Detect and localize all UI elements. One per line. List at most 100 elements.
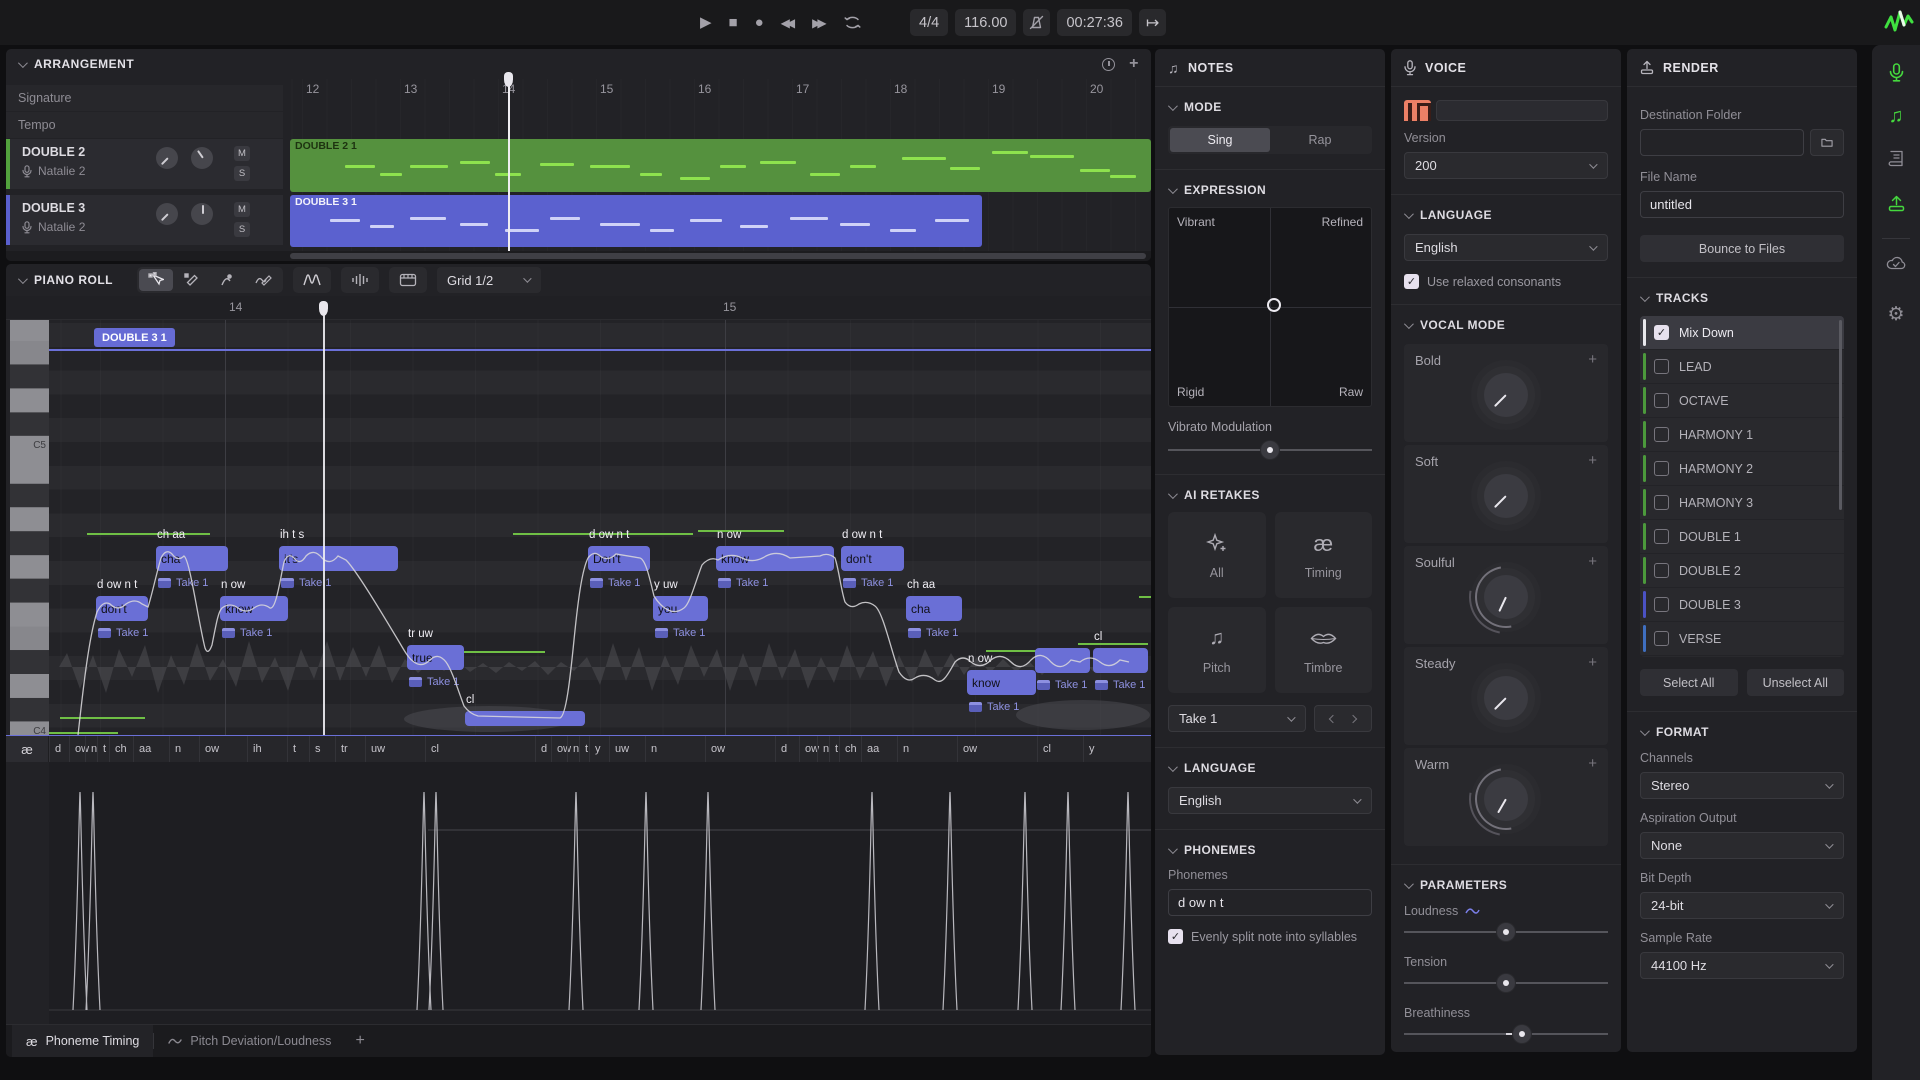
piano-note[interactable]: know <box>716 546 834 571</box>
take-chip[interactable]: Take 1 <box>158 577 208 589</box>
track-checkbox[interactable] <box>1654 563 1669 578</box>
render-track-row[interactable]: DOUBLE 1 <box>1640 520 1844 554</box>
record-button[interactable]: ● <box>755 15 764 30</box>
piano-note[interactable]: know <box>967 670 1036 695</box>
phoneme-cell[interactable]: d <box>535 736 551 762</box>
sidebar-cloud-button[interactable] <box>1872 255 1920 270</box>
phoneme-cell[interactable]: n <box>169 736 199 762</box>
take-chip[interactable]: Take 1 <box>908 627 958 639</box>
phoneme-cell[interactable]: ow <box>705 736 775 762</box>
version-dropdown[interactable]: 200 <box>1404 152 1608 179</box>
expression-handle[interactable] <box>1267 298 1281 312</box>
phoneme-cell[interactable]: tr <box>335 736 365 762</box>
sidebar-dictionary-button[interactable] <box>1872 150 1920 167</box>
piano-note[interactable]: don't <box>841 546 904 571</box>
piano-note[interactable] <box>1035 648 1090 673</box>
fast-forward-button[interactable]: ▶▶ <box>812 17 826 29</box>
phoneme-cell[interactable]: ow <box>69 736 85 762</box>
track-checkbox[interactable] <box>1654 631 1669 646</box>
track-checkbox[interactable] <box>1654 495 1669 510</box>
piano-roll-ruler[interactable]: 1415 <box>6 296 1151 320</box>
phoneme-cell[interactable]: ow <box>199 736 247 762</box>
phoneme-cell[interactable]: d <box>775 736 799 762</box>
tension-slider[interactable] <box>1404 974 1608 992</box>
take-chip[interactable]: Take 1 <box>655 627 705 639</box>
track-checkbox[interactable] <box>1654 393 1669 408</box>
piano-note[interactable]: it's <box>279 546 398 571</box>
add-warm-automation-button[interactable]: + <box>1588 755 1597 772</box>
bold-knob[interactable] <box>1484 373 1528 417</box>
add-steady-automation-button[interactable]: + <box>1588 654 1597 671</box>
sidebar-notes-button[interactable]: ♫ <box>1872 105 1920 128</box>
vibrato-modulation-slider[interactable] <box>1168 441 1372 459</box>
collapse-tracks-icon[interactable] <box>1640 292 1650 302</box>
tab-phoneme-timing[interactable]: æ Phoneme Timing <box>12 1025 153 1058</box>
phoneme-cell[interactable]: ow <box>957 736 1037 762</box>
time-display[interactable]: 00:27:36 <box>1057 9 1131 36</box>
phoneme-cell[interactable]: cl <box>425 736 535 762</box>
render-track-row[interactable]: DOUBLE 2 <box>1640 554 1844 588</box>
track-checkbox[interactable] <box>1654 359 1669 374</box>
phoneme-cell[interactable]: t <box>579 736 589 762</box>
warm-knob[interactable] <box>1484 777 1528 821</box>
tempo-map-icon[interactable] <box>1102 58 1115 71</box>
add-soulful-automation-button[interactable]: + <box>1588 553 1597 570</box>
phoneme-cell[interactable]: d <box>49 736 69 762</box>
rewind-button[interactable]: ◀◀ <box>781 17 795 29</box>
destination-folder-input[interactable] <box>1640 129 1804 156</box>
retake-timbre-button[interactable]: Timbre <box>1275 607 1373 693</box>
phoneme-cell[interactable]: ch <box>839 736 861 762</box>
metronome-toggle[interactable] <box>1023 9 1050 36</box>
unselect-all-button[interactable]: Unselect All <box>1747 669 1845 696</box>
phoneme-cell[interactable]: ih <box>247 736 287 762</box>
bounce-to-files-button[interactable]: Bounce to Files <box>1640 235 1844 262</box>
piano-keyboard[interactable]: C5 C4 <box>10 320 49 735</box>
piano-note[interactable] <box>1093 648 1148 673</box>
track-header-double2[interactable]: DOUBLE 2 Natalie 2 M S <box>6 139 283 189</box>
phoneme-cell[interactable]: aa <box>133 736 169 762</box>
phoneme-cell[interactable]: t <box>829 736 839 762</box>
playhead-marker[interactable] <box>319 301 328 316</box>
phoneme-cell[interactable]: n <box>645 736 705 762</box>
render-track-row[interactable]: HARMONY 2 <box>1640 452 1844 486</box>
arrangement-timeline[interactable]: 121314151617181920 DOUBLE 2 1 DOUBLE 3 1 <box>283 79 1151 251</box>
render-track-row[interactable]: VERSE <box>1640 622 1844 656</box>
collapse-vocal-mode-icon[interactable] <box>1404 319 1414 329</box>
take-chip[interactable]: Take 1 <box>718 577 768 589</box>
add-editor-tab-button[interactable]: + <box>355 1032 364 1050</box>
mode-sing-button[interactable]: Sing <box>1170 128 1270 152</box>
file-name-input[interactable] <box>1640 191 1844 218</box>
clip-double3-1[interactable]: DOUBLE 3 1 <box>290 195 982 247</box>
phoneme-cell[interactable]: n <box>567 736 579 762</box>
add-soft-automation-button[interactable]: + <box>1588 452 1597 469</box>
voice-name-field[interactable] <box>1436 100 1608 121</box>
render-track-row[interactable]: LEAD <box>1640 350 1844 384</box>
render-track-row[interactable]: HARMONY 3 <box>1640 486 1844 520</box>
render-track-row[interactable]: HARMONY 1 <box>1640 418 1844 452</box>
pan-knob[interactable] <box>191 203 213 225</box>
soulful-knob[interactable] <box>1484 575 1528 619</box>
bit-depth-dropdown[interactable]: 24-bit <box>1640 892 1844 919</box>
piano-note[interactable]: true <box>407 645 464 670</box>
take-chip[interactable]: Take 1 <box>98 627 148 639</box>
tab-pitch-deviation[interactable]: Pitch Deviation/Loudness <box>154 1025 345 1058</box>
sidebar-voice-button[interactable] <box>1872 63 1920 83</box>
note-language-dropdown[interactable]: English <box>1168 787 1372 814</box>
volume-knob[interactable] <box>156 203 178 225</box>
phoneme-cell[interactable]: t <box>97 736 109 762</box>
sidebar-render-button[interactable] <box>1872 195 1920 212</box>
prev-take-button[interactable] <box>1328 714 1336 722</box>
piano-note[interactable]: don't <box>96 596 148 621</box>
mute-button[interactable]: M <box>234 146 250 161</box>
select-tool[interactable] <box>139 269 173 291</box>
phoneme-timing-editor[interactable] <box>49 762 1151 1024</box>
collapse-parameters-icon[interactable] <box>1404 879 1414 889</box>
track-checkbox[interactable] <box>1654 529 1669 544</box>
piano-note[interactable]: cha <box>156 546 228 571</box>
retake-timing-button[interactable]: æTiming <box>1275 512 1373 598</box>
collapse-voice-language-icon[interactable] <box>1404 209 1414 219</box>
pitch-pen-tool[interactable] <box>247 269 281 291</box>
take-dropdown[interactable]: Take 1 <box>1168 705 1306 732</box>
stop-button[interactable]: ■ <box>729 15 738 30</box>
take-chip[interactable]: Take 1 <box>590 577 640 589</box>
